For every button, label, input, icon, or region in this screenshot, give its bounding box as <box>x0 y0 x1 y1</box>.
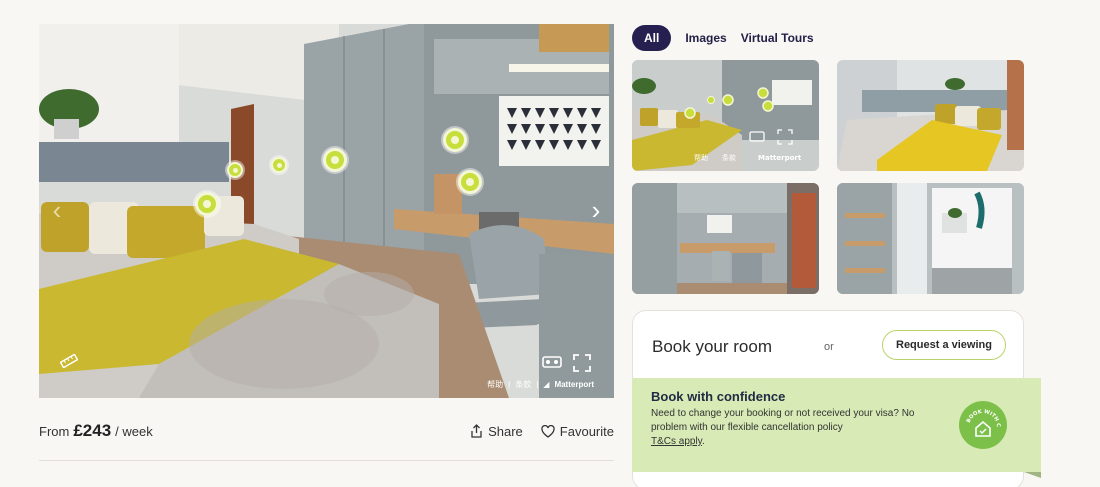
book-room-title: Book your room <box>652 337 772 356</box>
thumb-terms: 条款 <box>722 153 736 162</box>
price-row: From £243 / week Share Favourite <box>39 420 614 442</box>
request-viewing-button[interactable]: Request a viewing <box>882 330 1006 360</box>
thumbnail-image: 帮助 条款 Matterport <box>632 60 819 171</box>
thumb-help: 帮助 <box>694 153 708 162</box>
tab-all[interactable]: All <box>632 25 672 51</box>
tcs-suffix: . <box>701 436 705 447</box>
tour-hotspot[interactable] <box>443 128 467 152</box>
tour-hotspot[interactable] <box>458 170 482 194</box>
confidence-title: Book with confidence <box>651 389 786 404</box>
section-divider <box>39 460 614 461</box>
confidence-text: Need to change your booking or not recei… <box>651 407 941 449</box>
vr-headset-icon[interactable] <box>542 355 562 374</box>
confidence-body: Need to change your booking or not recei… <box>651 408 915 433</box>
matterport-logo-icon: ◢ <box>543 380 550 389</box>
fullscreen-icon[interactable] <box>573 354 591 377</box>
thumbnail-virtual-tour[interactable]: 帮助 条款 Matterport <box>632 60 819 171</box>
listing-page: ‹ › 帮助 | 条款 | ◢ Matterport From £243 / w… <box>0 0 1100 487</box>
thumbnail-desk[interactable] <box>632 183 819 294</box>
tour-hotspot[interactable] <box>227 162 243 178</box>
tour-hotspot[interactable] <box>271 157 287 173</box>
help-link[interactable]: 帮助 <box>487 379 503 390</box>
floorplan-ruler-icon[interactable] <box>59 353 79 373</box>
tour-hotspot[interactable] <box>195 192 219 216</box>
tour-next-arrow-icon[interactable]: › <box>586 196 606 224</box>
bedroom-tour-image <box>39 24 614 398</box>
price-amount: £243 <box>73 421 112 440</box>
matterport-footer: 帮助 | 条款 | ◢ Matterport <box>487 379 594 390</box>
share-label: Share <box>488 423 523 439</box>
thumb-brand: Matterport <box>758 154 802 162</box>
listing-actions: Share Favourite <box>470 424 614 439</box>
share-icon <box>471 424 482 438</box>
price-unit: / week <box>115 423 153 439</box>
thumbnail-image <box>837 60 1024 171</box>
tab-virtual-tours[interactable]: Virtual Tours <box>741 25 814 51</box>
confidence-badge-icon: BOOK WITH CONFIDENCE <box>959 401 1007 449</box>
thumbnail-image <box>837 183 1024 294</box>
book-with-confidence-banner: Book with confidence Need to change your… <box>632 378 1041 478</box>
tour-hotspot[interactable] <box>323 148 347 172</box>
terms-link[interactable]: 条款 <box>515 379 531 390</box>
heart-icon <box>541 424 555 438</box>
thumbnail-bed[interactable] <box>837 60 1024 171</box>
thumbnail-bathroom[interactable] <box>837 183 1024 294</box>
virtual-tour-viewer[interactable]: ‹ › 帮助 | 条款 | ◢ Matterport <box>39 24 614 398</box>
favourite-label: Favourite <box>559 423 614 439</box>
tour-prev-arrow-icon[interactable]: ‹ <box>47 196 67 224</box>
favourite-button[interactable]: Favourite <box>541 424 614 439</box>
price-from-label: From <box>39 423 70 439</box>
thumbnail-image <box>632 183 819 294</box>
media-tabs: All Images Virtual Tours <box>632 25 814 51</box>
book-or-label: or <box>824 341 834 353</box>
tcs-link[interactable]: T&Cs apply <box>651 436 702 447</box>
matterport-brand[interactable]: Matterport <box>554 380 594 389</box>
tab-images[interactable]: Images <box>685 25 726 51</box>
share-button[interactable]: Share <box>470 424 523 439</box>
